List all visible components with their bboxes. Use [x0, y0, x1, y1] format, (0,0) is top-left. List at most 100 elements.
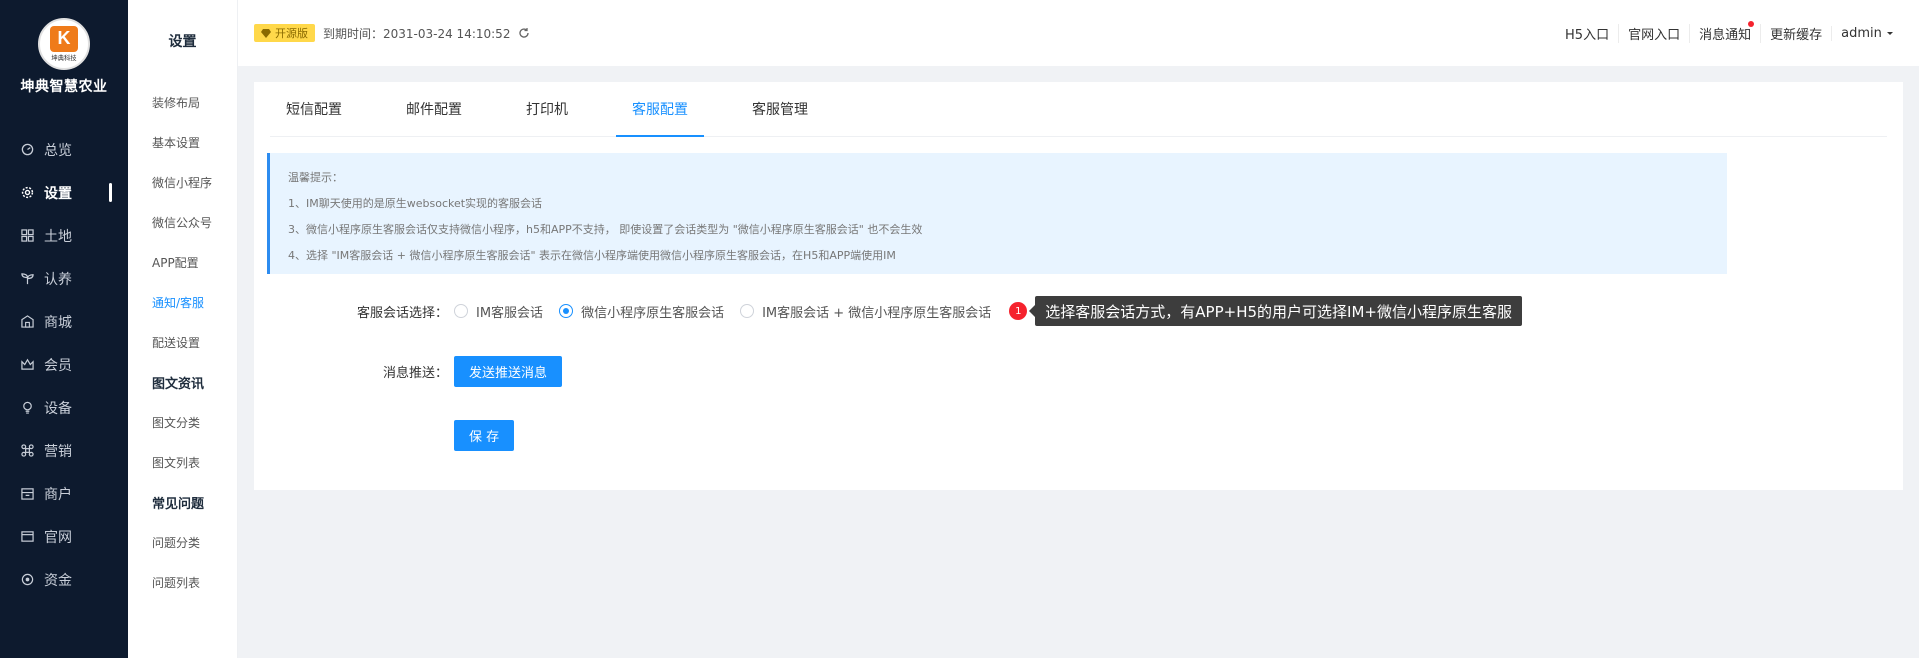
notification-dot [1748, 20, 1755, 27]
tips-line-1: 1、IM聊天使用的是原生websocket实现的客服会话 [288, 197, 543, 210]
session-type-label: 客服会话选择： [356, 305, 448, 321]
subnav-item[interactable]: 图文列表 [128, 442, 237, 482]
logo[interactable]: K 坤典科技 [38, 18, 90, 70]
brand-name: 坤典智慧农业 [20, 79, 108, 95]
nav-item-label: 设备 [44, 400, 72, 417]
session-option-0[interactable]: IM客服会话 [454, 302, 543, 321]
subnav-title: 设置 [168, 34, 197, 50]
content-card: 短信配置 邮件配置 打印机 客服配置 客服管理 温馨提示： 1、IM聊天使用的是原生we… [254, 82, 1903, 490]
diamond-icon [261, 28, 271, 38]
header-links: H5入口 官网入口 消息通知 更新缓存 admin [1556, 20, 1903, 43]
shop-icon [20, 487, 34, 501]
radio-label: IM客服会话 [476, 305, 544, 321]
clear-cache-link[interactable]: 更新缓存 [1760, 23, 1831, 43]
nav-item-1[interactable]: 设置 [0, 171, 128, 214]
subnav-item[interactable]: APP配置 [128, 242, 237, 282]
session-hint-tooltip: 选择客服会话方式，有APP+H5的用户可选择IM+微信小程序原生客服 [1029, 296, 1522, 326]
push-label: 消息推送： [382, 366, 448, 381]
tab-1[interactable]: 邮件配置 [390, 82, 478, 136]
radio-circle[interactable] [559, 304, 574, 318]
nav-item-5[interactable]: 会员 [0, 343, 128, 386]
radio-circle[interactable] [454, 304, 468, 318]
tips-title: 温馨提示： [288, 171, 343, 184]
nav-item-6[interactable]: 设备 [0, 386, 128, 429]
logo-mark: K [50, 25, 78, 52]
tips-line-4: 4、选择 "IM客服会话 + 微信小程序原生客服会话" 表示在微信小程序端使用微… [288, 249, 896, 262]
refresh-icon[interactable] [518, 27, 530, 39]
subnav-item[interactable]: 装修布局 [128, 82, 237, 122]
main-sidebar: K 坤典科技 坤典智慧农业 总览设置土地认养商城会员设备营销商户官网资金 [0, 0, 128, 658]
main-nav-list: 总览设置土地认养商城会员设备营销商户官网资金 [0, 128, 128, 601]
brand: K 坤典科技 坤典智慧农业 [0, 0, 128, 100]
session-type-radio-group: IM客服会话 微信小程序原生客服会话 IM客服会话 + 微信小程序原生客服会话 [454, 302, 1007, 321]
nav-item-3[interactable]: 认养 [0, 257, 128, 300]
subnav-item[interactable]: 问题分类 [128, 522, 237, 562]
settings-subnav: 设置 装修布局 基本设置 微信小程序 微信公众号 APP配置 通知/客服 配送设置图文资讯图… [128, 0, 238, 658]
radio-circle[interactable] [740, 304, 755, 318]
edition-badge: 开源版 [254, 24, 315, 42]
subnav-group-title: 图文资讯 [152, 376, 205, 392]
send-push-button[interactable]: 发送推送消息 [454, 356, 563, 387]
bulb-icon [20, 401, 34, 415]
nav-item-label: 会员 [44, 357, 72, 374]
nav-item-8[interactable]: 商户 [0, 472, 128, 515]
edition-label: 开源版 [275, 27, 308, 40]
logo-subtext: 坤典科技 [51, 53, 77, 62]
user-name: admin [1841, 25, 1882, 41]
nav-item-label: 土地 [44, 228, 72, 245]
h5-entry-link[interactable]: H5入口 [1556, 24, 1618, 43]
notifications-label: 消息通知 [1699, 27, 1752, 43]
crown-icon [20, 358, 34, 372]
nav-item-2[interactable]: 土地 [0, 214, 128, 257]
dashboard-icon [20, 143, 34, 157]
nav-item-9[interactable]: 官网 [0, 515, 128, 558]
nav-item-label: 营销 [44, 443, 72, 460]
session-option-2[interactable]: IM客服会话 + 微信小程序原生客服会话 [740, 302, 991, 321]
subnav-item[interactable]: 配送设置 [128, 322, 237, 362]
subnav-item[interactable]: 微信公众号 [128, 202, 237, 242]
hint-number-badge: 1 [1009, 302, 1028, 320]
license-info: 开源版 到期时间：2031-03-24 14:10:52 [254, 24, 530, 42]
nav-item-4[interactable]: 商城 [0, 300, 128, 343]
subnav-item[interactable]: 通知/客服 [128, 282, 237, 322]
nav-item-label: 总览 [44, 142, 72, 159]
subnav-item[interactable]: 基本设置 [128, 122, 237, 162]
tips-line-3: 3、微信小程序原生客服会话仅支持微信小程序，h5和APP不支持， 即使设置了会话… [288, 223, 923, 236]
radio-label: IM客服会话 + 微信小程序原生客服会话 [762, 305, 992, 321]
store-icon [20, 315, 34, 329]
nav-item-7[interactable]: 营销 [0, 429, 128, 472]
save-button[interactable]: 保 存 [454, 420, 515, 451]
tab-0[interactable]: 短信配置 [270, 82, 358, 136]
caret-down-icon [1887, 31, 1893, 35]
session-type-row: 客服会话选择： IM客服会话 微信小程序原生客服会话 IM客服会话 + 微信小程序原… [254, 296, 1522, 326]
config-tabs: 短信配置 邮件配置 打印机 客服配置 客服管理 [270, 82, 1887, 137]
nav-item-label: 商户 [44, 486, 72, 503]
tips-box: 温馨提示： 1、IM聊天使用的是原生websocket实现的客服会话 3、微信小… [267, 153, 1727, 274]
notifications-link[interactable]: 消息通知 [1689, 20, 1760, 43]
command-icon [20, 444, 34, 458]
save-row: 保 存 [254, 420, 515, 451]
tab-3[interactable]: 客服配置 [616, 82, 704, 137]
subnav-group-title: 常见问题 [152, 496, 205, 512]
subnav-item[interactable]: 微信小程序 [128, 162, 237, 202]
nav-item-10[interactable]: 资金 [0, 558, 128, 601]
nav-item-label: 认养 [44, 271, 72, 288]
tab-4[interactable]: 客服管理 [736, 82, 824, 136]
subnav-item[interactable]: 图文分类 [128, 402, 237, 442]
subnav-list: 装修布局 基本设置 微信小程序 微信公众号 APP配置 通知/客服 配送设置图文资讯图文分类… [128, 82, 237, 602]
top-header: 开源版 到期时间：2031-03-24 14:10:52 H5入口 官网入口 消… [238, 0, 1919, 66]
session-option-1[interactable]: 微信小程序原生客服会话 [559, 302, 724, 321]
website-entry-link[interactable]: 官网入口 [1618, 23, 1689, 43]
subnav-item[interactable]: 问题列表 [128, 562, 237, 602]
tab-2[interactable]: 打印机 [510, 82, 584, 136]
nav-item-label: 官网 [44, 529, 72, 546]
user-menu[interactable]: admin [1831, 25, 1903, 41]
nav-item-0[interactable]: 总览 [0, 128, 128, 171]
nav-item-label: 设置 [44, 185, 72, 202]
coin-icon [20, 573, 34, 587]
grid-icon [20, 229, 34, 243]
expire-time: 到期时间：2031-03-24 14:10:52 [323, 26, 511, 41]
nav-item-label: 资金 [44, 572, 72, 589]
radio-label: 微信小程序原生客服会话 [581, 305, 725, 321]
gear-icon [20, 186, 34, 200]
